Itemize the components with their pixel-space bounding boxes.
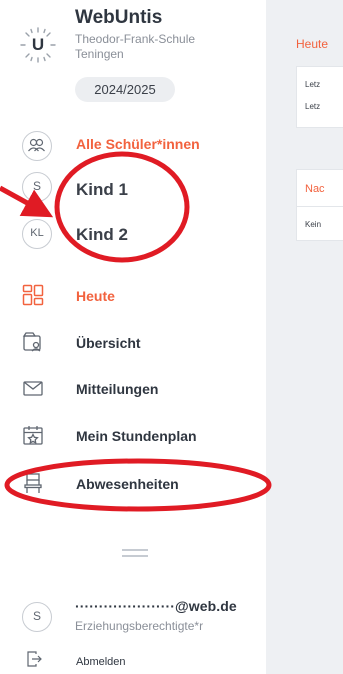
dashboard-icon xyxy=(22,284,44,306)
avatar: S xyxy=(22,172,52,202)
overview-icon xyxy=(22,332,41,352)
nav-label: Mitteilungen xyxy=(76,381,159,397)
calendar-star-icon xyxy=(23,426,43,445)
school-year-selector[interactable]: 2024/2025 xyxy=(75,77,175,102)
logout-icon xyxy=(27,651,42,667)
student-name: Kind 1 xyxy=(76,180,128,199)
nav-label: Mein Stundenplan xyxy=(76,428,197,444)
user-role: Erziehungsberechtigte*r xyxy=(75,619,204,633)
card-text: Kein xyxy=(305,220,322,229)
school-name: Theodor-Frank-Schule xyxy=(75,32,196,46)
main-content: Heute Letz Letz Nac Kein xyxy=(266,0,343,674)
sidebar: U WebUntis Theodor-Frank-Schule Teningen… xyxy=(0,0,266,674)
handle-bar xyxy=(122,549,148,551)
logo-letter: U xyxy=(31,35,45,54)
user-email: ·····················@web.de xyxy=(75,598,237,614)
app-title: WebUntis xyxy=(75,7,163,28)
status-card: Letz Letz xyxy=(296,66,343,128)
avatar: S xyxy=(22,602,52,632)
handle-bar xyxy=(122,555,148,557)
nav-label: Abwesenheiten xyxy=(76,476,179,492)
card-heading: Nac xyxy=(305,183,325,195)
page-title: Heute xyxy=(296,37,329,51)
school-city: Teningen xyxy=(75,47,124,61)
logout-label: Abmelden xyxy=(76,656,126,668)
nav-label: Heute xyxy=(76,288,115,304)
divider xyxy=(297,206,343,207)
chair-icon xyxy=(24,473,42,493)
group-icon xyxy=(22,131,52,161)
all-students-label: Alle Schüler*innen xyxy=(76,136,200,152)
student-name: Kind 2 xyxy=(76,225,128,244)
card-text: Letz xyxy=(305,102,321,111)
avatar: KL xyxy=(22,219,52,249)
card-text: Letz xyxy=(305,80,321,89)
nav-label: Übersicht xyxy=(76,335,141,351)
next-card: Nac Kein xyxy=(296,169,343,241)
envelope-icon xyxy=(23,381,43,396)
